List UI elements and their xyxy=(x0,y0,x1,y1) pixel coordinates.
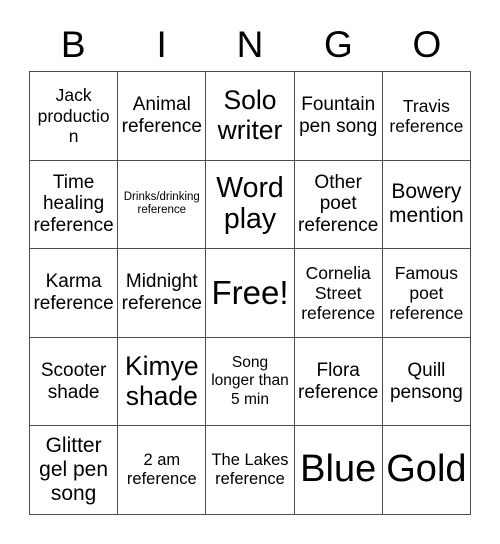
bingo-cell-r5-c3[interactable]: The Lakes reference xyxy=(206,426,295,515)
bingo-cell-r2-c5[interactable]: Bowery mention xyxy=(382,160,471,250)
bingo-cell-r5-c2[interactable]: 2 am reference xyxy=(118,426,207,515)
bingo-header-letter-n: N xyxy=(236,23,264,65)
bingo-cell-r5-c4[interactable]: Blue xyxy=(294,426,383,515)
bingo-header: BINGO xyxy=(29,17,471,71)
bingo-cell-label: Fountain pen song xyxy=(299,93,378,137)
bingo-free-cell[interactable]: Free! xyxy=(206,249,295,338)
bingo-cell-label: Solo writer xyxy=(217,85,283,145)
bingo-cell-r4-c3[interactable]: Song longer than 5 min xyxy=(206,337,295,427)
bingo-cell-label: Gold xyxy=(386,448,467,491)
bingo-cell-label: Jack production xyxy=(37,85,110,146)
bingo-cell-r2-c2[interactable]: Drinks/drinking reference xyxy=(118,160,207,250)
bingo-cell-r5-c1[interactable]: Glitter gel pen song xyxy=(30,426,119,515)
bingo-cell-label: Song longer than 5 min xyxy=(211,354,289,408)
bingo-header-letter-o: O xyxy=(412,23,442,65)
bingo-grid: Jack production Animal reference Solo writ… xyxy=(29,71,471,515)
bingo-card: B I N G O Jack production Animal reference Sol… xyxy=(0,0,500,544)
bingo-cell-r1-c4[interactable]: Fountain pen song xyxy=(294,72,383,161)
bingo-cell-r4-c4[interactable]: Flora reference xyxy=(294,337,383,427)
bingo-cell-label: Glitter gel pen song xyxy=(39,434,109,506)
bingo-cell-r3-c5[interactable]: Famous poet reference xyxy=(382,249,471,338)
bingo-cell-r2-c1[interactable]: Time healing reference xyxy=(30,160,119,250)
bingo-cell-label: The Lakes reference xyxy=(211,450,289,489)
bingo-cell-r2-c3[interactable]: Word play xyxy=(206,160,295,250)
bingo-cell-r1-c5[interactable]: Travis reference xyxy=(382,72,471,161)
bingo-cell-r1-c3[interactable]: Solo writer xyxy=(206,72,295,161)
bingo-cell-r3-c4[interactable]: Cornelia Street reference xyxy=(294,249,383,338)
bingo-cell-r1-c1[interactable]: Jack production xyxy=(30,72,119,161)
bingo-cell-label: Kimye shade xyxy=(124,350,199,411)
bingo-cell-label: Free! xyxy=(211,273,289,311)
bingo-cell-r3-c2[interactable]: Midnight reference xyxy=(118,249,207,338)
bingo-cell-r2-c4[interactable]: Other poet reference xyxy=(294,160,383,250)
bingo-cell-label: Cornelia Street reference xyxy=(301,262,376,324)
bingo-cell-label: 2 am reference xyxy=(126,450,197,489)
bingo-cell-r3-c1[interactable]: Karma reference xyxy=(30,249,119,338)
bingo-cell-r5-c5[interactable]: Gold xyxy=(382,426,471,515)
bingo-cell-label: Travis reference xyxy=(389,95,464,136)
bingo-cell-label: Karma reference xyxy=(33,271,114,314)
bingo-cell-label: Word play xyxy=(216,172,284,236)
bingo-cell-label: Time healing reference xyxy=(33,171,114,237)
bingo-cell-label: Animal reference xyxy=(121,93,202,137)
bingo-header-letter-g: G xyxy=(324,23,353,65)
bingo-cell-label: Famous poet reference xyxy=(389,262,464,324)
bingo-cell-r4-c5[interactable]: Quill pensong xyxy=(382,337,471,427)
bingo-header-letter-i: I xyxy=(156,23,167,65)
bingo-cell-label: Other poet reference xyxy=(298,171,379,237)
bingo-cell-label: Midnight reference xyxy=(121,271,202,314)
bingo-cell-label: Quill pensong xyxy=(389,359,463,403)
bingo-cell-label: Scooter shade xyxy=(40,359,107,403)
bingo-cell-r1-c2[interactable]: Animal reference xyxy=(118,72,207,161)
bingo-cell-label: Bowery mention xyxy=(389,180,464,228)
bingo-cell-r4-c2[interactable]: Kimye shade xyxy=(118,337,207,427)
bingo-cell-label: Drinks/drinking reference xyxy=(123,190,200,217)
bingo-header-letter-b: B xyxy=(60,23,86,65)
bingo-cell-label: Flora reference xyxy=(298,359,379,403)
bingo-cell-label: Blue xyxy=(300,448,377,491)
bingo-cell-r4-c1[interactable]: Scooter shade xyxy=(30,337,119,427)
